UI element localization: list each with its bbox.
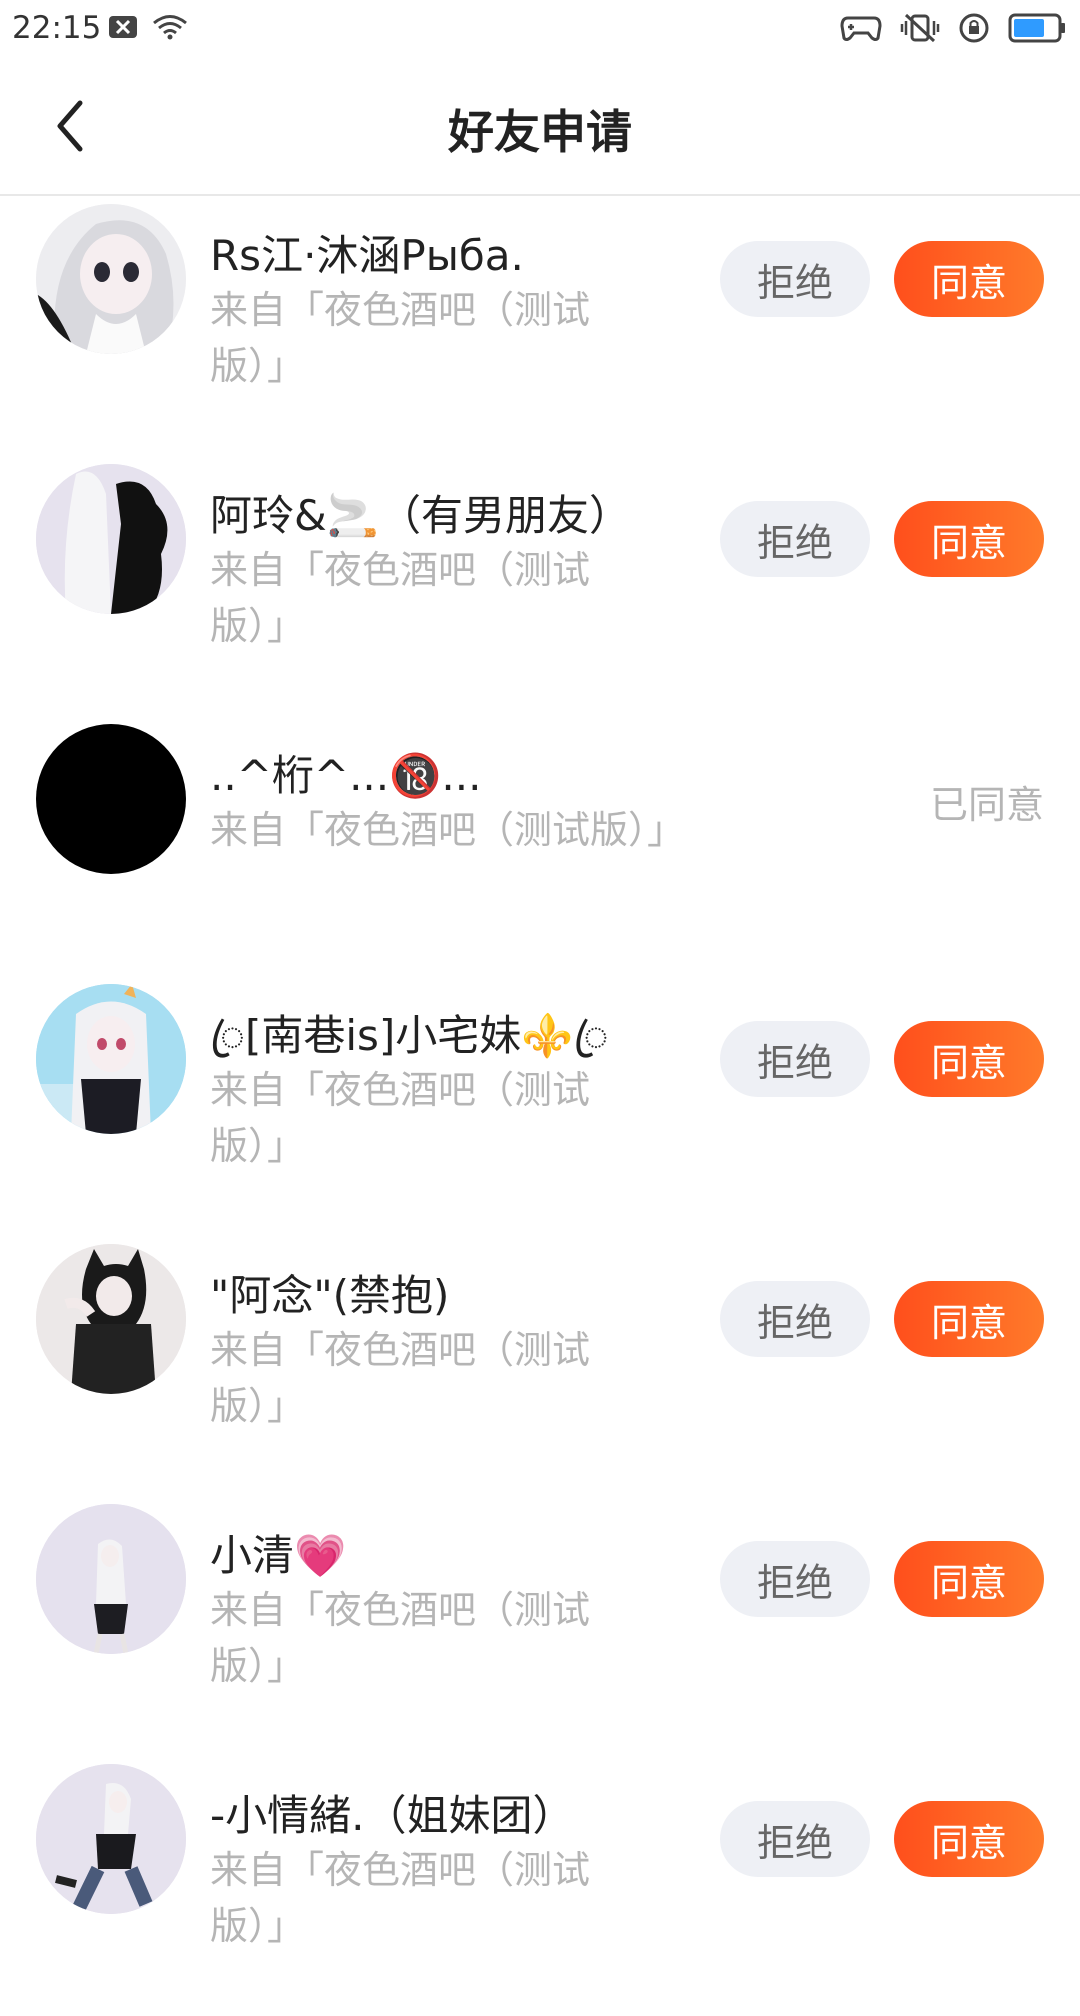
reject-button[interactable]: 拒绝 [720,1541,870,1617]
requester-name: 阿玲&🚬（有男朋友） [210,491,632,540]
request-source: 来自「夜色酒吧（测试版）」 [210,548,591,648]
accept-button[interactable]: 同意 [894,1801,1044,1877]
list-item: ..^桁^...🔞... 来自「夜色酒吧（测试版）」 已同意 [0,716,1080,976]
accept-button[interactable]: 同意 [894,1281,1044,1357]
accept-button[interactable]: 同意 [894,501,1044,577]
list-item: Rs江·沐涵Рыба. 来自「夜色酒吧（测试版）」 拒绝 同意 [0,196,1080,456]
avatar[interactable] [36,984,186,1134]
avatar[interactable] [36,204,186,354]
reject-button[interactable]: 拒绝 [720,501,870,577]
avatar[interactable] [36,464,186,614]
vibrate-mute-icon [900,13,940,47]
list-item: -小情緒.（姐妹团） 来自「夜色酒吧（测试版）」 拒绝 同意 [0,1756,1080,2016]
list-item: 小清💗 来自「夜色酒吧（测试版）」 拒绝 同意 [0,1496,1080,1756]
reject-button[interactable]: 拒绝 [720,1021,870,1097]
rotation-lock-icon [958,12,990,48]
app-bar: 好友申请 [0,58,1080,196]
request-source: 来自「夜色酒吧（测试版）」 [210,1068,591,1168]
notification-x-icon [108,15,138,43]
request-source: 来自「夜色酒吧（测试版）」 [210,1328,591,1428]
accept-button[interactable]: 同意 [894,241,1044,317]
list-item: 阿玲&🚬（有男朋友） 来自「夜色酒吧（测试版）」 拒绝 同意 [0,456,1080,716]
requester-name: "阿念"(禁抱) [210,1271,450,1320]
wifi-icon [152,14,188,44]
requester-name: -小情緒.（姐妹团） [210,1791,575,1840]
request-source: 来自「夜色酒吧（测试版）」 [210,1588,591,1688]
accept-button[interactable]: 同意 [894,1541,1044,1617]
accepted-status: 已同意 [929,783,1044,827]
avatar[interactable] [36,1504,186,1654]
accept-button[interactable]: 同意 [894,1021,1044,1097]
gamepad-icon [840,14,882,46]
avatar[interactable] [36,1764,186,1914]
request-source: 来自「夜色酒吧（测试版）」 [210,1848,591,1948]
requester-name: 小清💗 [210,1531,347,1580]
request-source: 来自「夜色酒吧（测试版）」 [210,808,686,852]
page-title: 好友申请 [448,105,632,159]
avatar[interactable] [36,724,186,874]
requester-name: ..^桁^...🔞... [210,751,482,800]
status-bar: 22:15 [0,0,1080,58]
battery-icon [1008,13,1066,47]
request-source: 来自「夜色酒吧（测试版）」 [210,288,591,388]
list-item: ꦿ[南巷is]小宅妹⚜️ꦿ 来自「夜色酒吧（测试版）」 拒绝 同意 [0,976,1080,1236]
list-item: "阿念"(禁抱) 来自「夜色酒吧（测试版）」 拒绝 同意 [0,1236,1080,1496]
status-time: 22:15 [12,10,102,46]
reject-button[interactable]: 拒绝 [720,1281,870,1357]
reject-button[interactable]: 拒绝 [720,241,870,317]
reject-button[interactable]: 拒绝 [720,1801,870,1877]
avatar[interactable] [36,1244,186,1394]
requester-name: Rs江·沐涵Рыба. [210,231,524,280]
